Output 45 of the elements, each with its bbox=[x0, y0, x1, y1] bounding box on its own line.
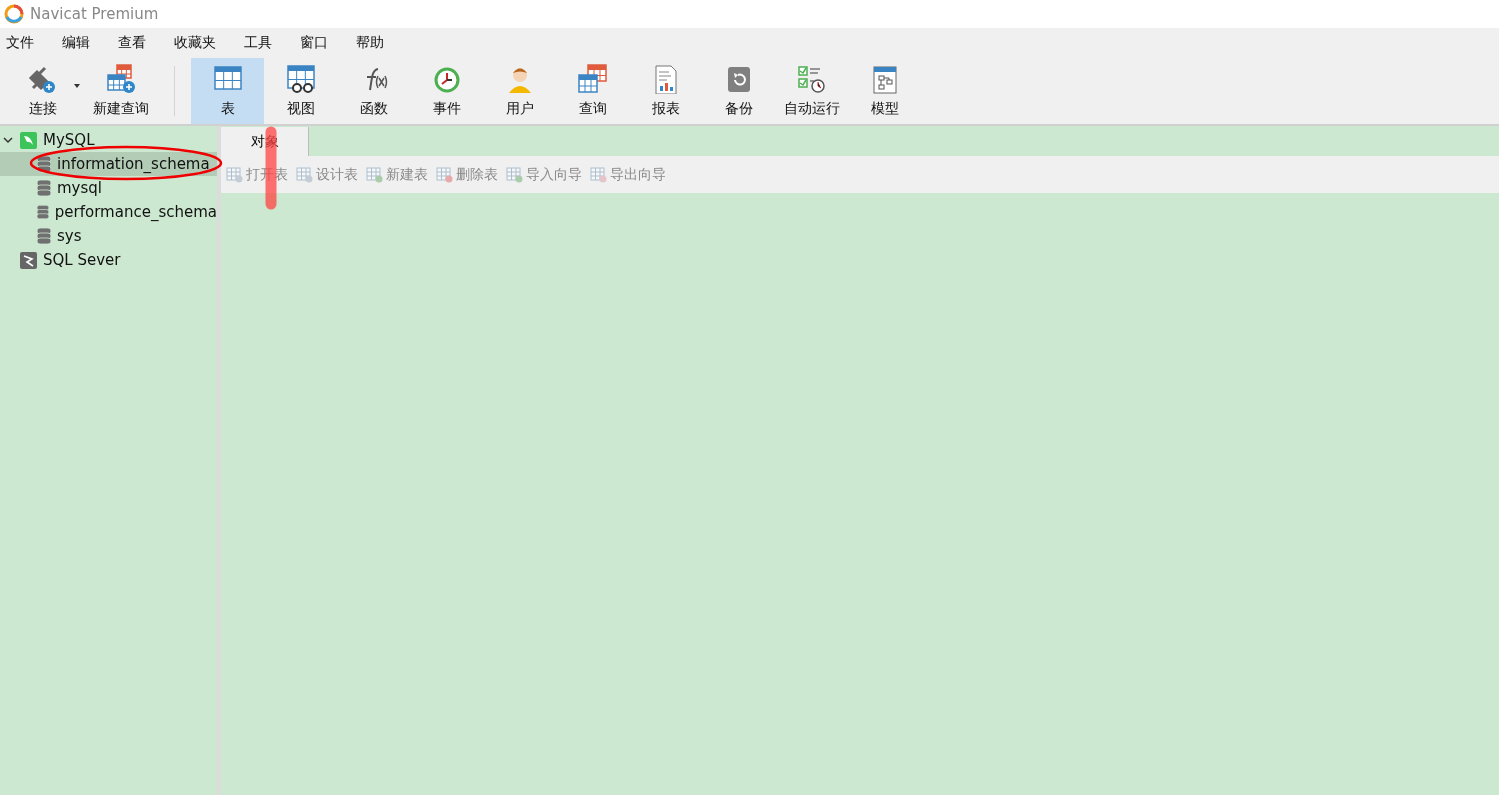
menu-item[interactable]: 查看 bbox=[118, 34, 146, 52]
database-icon bbox=[37, 227, 51, 245]
database-icon bbox=[37, 179, 51, 197]
menu-item[interactable]: 收藏夹 bbox=[174, 34, 216, 52]
menu-item[interactable]: 工具 bbox=[244, 34, 272, 52]
toolbar-button[interactable]: 连接 bbox=[14, 58, 72, 124]
table-small-icon bbox=[366, 166, 383, 183]
toolbar-button[interactable]: 表 bbox=[191, 58, 264, 124]
app-logo-icon bbox=[4, 4, 24, 24]
database-item[interactable]: sys bbox=[0, 224, 217, 248]
table-small-icon bbox=[590, 166, 607, 183]
toolbar-button[interactable]: 报表 bbox=[629, 58, 702, 124]
connection-item[interactable]: MySQL bbox=[0, 128, 217, 152]
caret-icon[interactable] bbox=[74, 84, 80, 88]
new-query-icon bbox=[105, 64, 137, 94]
database-item[interactable]: information_schema bbox=[0, 152, 217, 176]
toolbar-button[interactable]: 事件 bbox=[410, 58, 483, 124]
toolbar-button[interactable]: 视图 bbox=[264, 58, 337, 124]
checklist-clock-icon bbox=[795, 64, 828, 94]
table-glasses-icon bbox=[284, 64, 317, 94]
chevron-down-icon[interactable] bbox=[2, 134, 14, 146]
database-item[interactable]: performance_schema bbox=[0, 200, 217, 224]
toolbar-button[interactable]: 模型 bbox=[848, 58, 921, 124]
database-item[interactable]: mysql bbox=[0, 176, 217, 200]
toolbar-button[interactable]: 新建查询 bbox=[80, 58, 162, 124]
database-icon bbox=[37, 155, 51, 173]
menu-item[interactable]: 编辑 bbox=[62, 34, 90, 52]
menu-item[interactable]: 窗口 bbox=[300, 34, 328, 52]
database-icon bbox=[37, 203, 49, 221]
toolbar-button[interactable]: 备份 bbox=[702, 58, 775, 124]
table-small-icon bbox=[226, 166, 243, 183]
toolbar-button[interactable]: 自动运行 bbox=[775, 58, 848, 124]
query-table-icon bbox=[576, 64, 609, 94]
server-tool-icon bbox=[20, 251, 37, 269]
connection-item[interactable]: SQL Sever bbox=[0, 248, 217, 272]
toolbar-button[interactable]: 用户 bbox=[483, 58, 556, 124]
menu-item[interactable]: 帮助 bbox=[356, 34, 384, 52]
table-small-icon bbox=[436, 166, 453, 183]
window-title: Navicat Premium bbox=[30, 5, 159, 23]
toolbar-button[interactable]: 函数 bbox=[337, 58, 410, 124]
menu-item[interactable]: 文件 bbox=[6, 34, 34, 52]
table-small-icon bbox=[506, 166, 523, 183]
dolphin-icon bbox=[20, 131, 37, 149]
toolbar-button[interactable]: 查询 bbox=[556, 58, 629, 124]
table-small-icon bbox=[296, 166, 313, 183]
